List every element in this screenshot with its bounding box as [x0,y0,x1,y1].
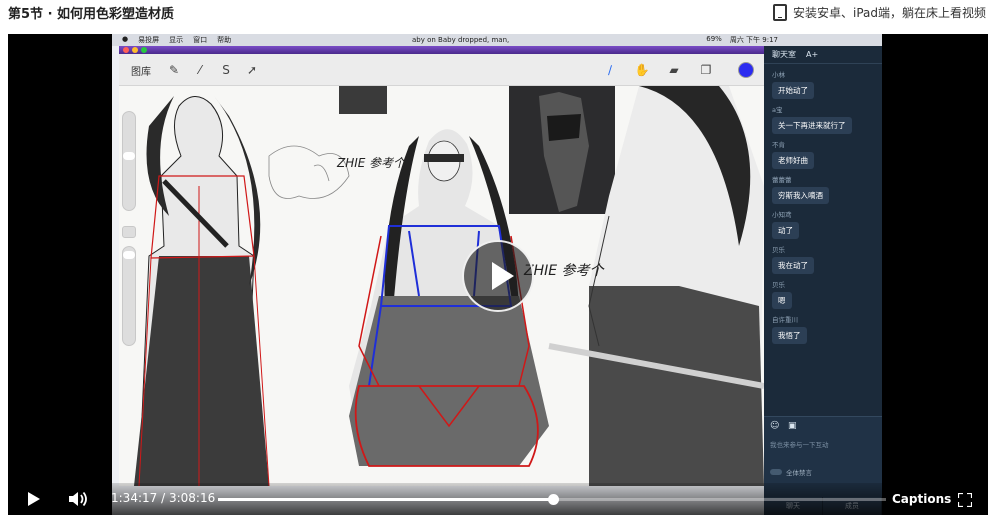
progress-bar[interactable] [218,494,886,505]
drawing-canvas: ZHIE 参考个 ZHIE 参考个 [119,86,764,486]
selection-icon: S [222,63,230,77]
mute-all-label: 全体禁言 [786,469,812,477]
adjustments-icon: ⁄ [198,63,201,77]
modify-button [122,226,136,238]
transform-icon: ➚ [246,63,258,77]
chat-username: a宝 [772,106,783,114]
maximize-icon [141,47,147,53]
opacity-slider [122,246,136,346]
eraser-icon: ▰ [669,63,679,77]
chat-bubble: 穷斯我入嘀酒 [772,187,829,204]
chat-username: 不肯 [772,141,785,149]
chat-bubble: 开始动了 [772,82,814,99]
chat-message: a宝 关一下再进来就行了 [764,99,882,134]
mac-menu-item: 帮助 [217,36,232,44]
window-titlebar [119,46,764,54]
chat-username: 自许重川 [772,316,798,324]
video-player[interactable]: ● 易投屏 显示 窗口 帮助 aby on Baby dropped, man,… [8,34,988,515]
sketch-annotation: ZHIE 参考个 [337,156,406,170]
mac-menubar: ● 易投屏 显示 窗口 帮助 aby on Baby dropped, man,… [112,34,882,46]
chat-message: 小知鸢 动了 [764,204,882,239]
mute-all-toggle: 全体禁言 [770,467,812,477]
layers-icon: ❐ [700,63,712,77]
tablet-icon [772,4,787,21]
color-swatch [738,62,754,78]
smudge-icon: ✋ [634,63,650,77]
close-icon [123,47,129,53]
time-display: 1:34:17 / 3:08:16 [111,491,215,505]
procreate-window: 图库 ✎ ⁄ S ➚ ∕ ✋ ▰ ❐ ZHIE 参考个 ZHIE 参考个 [119,46,764,486]
procreate-toolbar: 图库 ✎ ⁄ S ➚ ∕ ✋ ▰ ❐ [119,54,764,86]
progress-fill [218,498,553,501]
mac-apple-icon: ● [122,35,129,43]
duration: 3:08:16 [168,491,216,505]
mac-menu-item: 易投屏 [138,36,160,44]
battery-text: 69% [706,35,722,43]
mac-menu-item: 窗口 [193,36,208,44]
chat-username: 蕾蕾蕾 [772,176,792,184]
install-app-text: 安装安卓、iPad端，躺在床上看视频 [792,6,986,20]
toggle-switch [770,469,782,475]
chat-username: 小知鸢 [772,211,792,219]
reference-annotation: ZHIE 参考个 [524,263,604,279]
chat-message: 自许重川 我悟了 [764,309,882,344]
chat-placeholder: 我也来参与一下互动 [770,441,829,449]
now-playing-text: aby on Baby dropped, man, [412,36,510,44]
player-controls: 1:34:17 / 3:08:16 Captions [8,483,988,515]
clock-text: 周六 下午 9:17 [729,36,778,44]
mac-menu-item: 显示 [169,36,184,44]
chat-header: 聊天室 A+ [764,46,882,64]
chat-username: 贝乐 [772,246,785,254]
brush-size-slider [122,111,136,211]
lesson-title: 第5节 · 如何用色彩塑造材质 [8,7,175,22]
chat-bubble: 关一下再进来就行了 [772,117,852,134]
chat-bubble: 嗯 [772,292,792,309]
play-button[interactable] [26,491,40,507]
big-play-button[interactable] [462,240,534,312]
font-size-button: A+ [806,50,819,59]
gallery-label: 图库 [131,67,151,78]
minimize-icon [132,47,138,53]
chat-title: 聊天室 [772,50,796,59]
chat-bubble: 动了 [772,222,799,239]
procreate-sidebar [122,111,136,381]
chat-bubble: 我悟了 [772,327,807,344]
chat-username: 小林 [772,71,785,79]
emoji-icon: ☺ [770,421,780,431]
chat-bubble: 我在动了 [772,257,814,274]
install-app-link[interactable]: 安装安卓、iPad端，躺在床上看视频 [772,4,986,21]
captions-button[interactable]: Captions [892,492,951,506]
chat-message: 小林 开始动了 [764,64,882,99]
chat-panel: 聊天室 A+ 小林 开始动了 a宝 关一下再进来就行了 不肯 老师好曲 蕾蕾蕾 … [764,46,882,515]
chat-message: 蕾蕾蕾 穷斯我入嘀酒 [764,169,882,204]
chat-username: 贝乐 [772,281,785,289]
progress-thumb[interactable] [547,494,559,505]
fullscreen-icon[interactable] [956,491,974,509]
chat-message: 贝乐 我在动了 [764,239,882,274]
image-icon: ▣ [788,421,797,431]
chat-message: 贝乐 嗯 [764,274,882,309]
chat-message: 不肯 老师好曲 [764,134,882,169]
chat-bubble: 老师好曲 [772,152,814,169]
current-time: 1:34:17 [111,491,158,505]
brush-icon: ∕ [607,63,613,77]
volume-icon[interactable] [68,490,90,508]
time-separator: / [161,491,166,505]
top-bar: 第5节 · 如何用色彩塑造材质 安装安卓、iPad端，躺在床上看视频 [0,0,996,34]
wrench-icon: ✎ [168,63,180,77]
artwork-illustration [134,86,764,486]
